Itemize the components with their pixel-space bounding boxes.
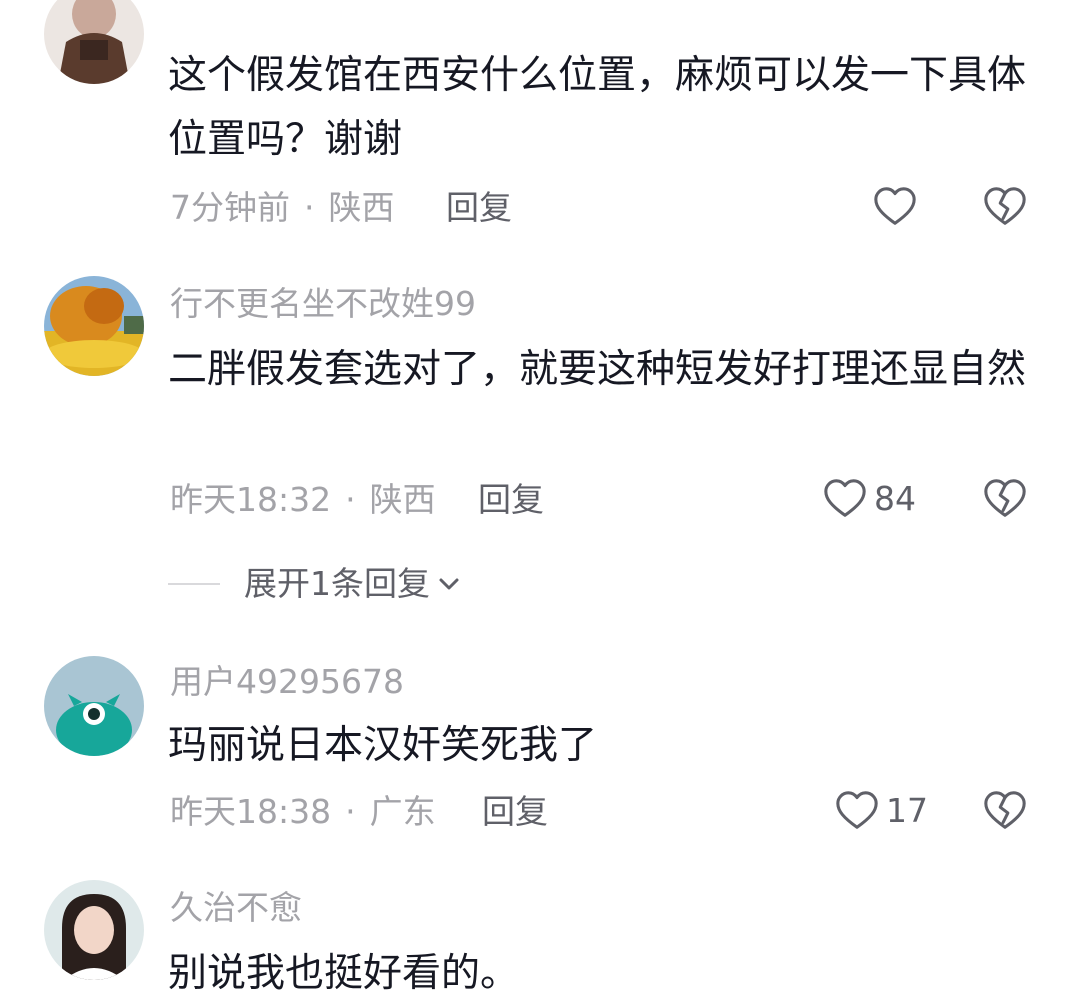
avatar-girl-portrait-image	[44, 880, 144, 980]
reply-button[interactable]: 回复	[482, 792, 548, 832]
dislike-button[interactable]	[982, 184, 1028, 230]
comment-location: 陕西	[369, 480, 436, 519]
heart-icon	[824, 479, 866, 517]
avatar-teal-monster-image	[44, 656, 144, 756]
avatar[interactable]	[44, 880, 144, 980]
comment-item: 用户49295678 玛丽说日本汉奸笑死我了 昨天18:38 · 广东 回复 17	[0, 652, 1080, 852]
like-button[interactable]: 84	[822, 476, 916, 522]
comment-time: 7分钟前	[170, 188, 290, 227]
avatar[interactable]	[44, 0, 144, 84]
comment-text: 这个假发馆在西安什么位置，麻烦可以发一下具体位置吗？谢谢	[168, 53, 1027, 162]
comment-item: 行不更名坐不改姓99 二胖假发套选对了，就要这种短发好打理还显自然 昨天18:3…	[0, 272, 1080, 612]
comment-username[interactable]: 用户49295678	[170, 662, 404, 702]
expand-replies-label: 展开1条回复	[244, 564, 430, 603]
dislike-button[interactable]	[982, 788, 1028, 834]
comment-meta: 昨天18:32 · 陕西	[170, 480, 436, 520]
comment-username[interactable]: 久治不愈	[170, 888, 302, 928]
comment-text: 玛丽说日本汉奸笑死我了	[168, 723, 598, 768]
comment-item: 这个假发馆在西安什么位置，麻烦可以发一下具体位置吗？谢谢 7分钟前 · 陕西 回复	[0, 0, 1080, 250]
broken-heart-icon	[984, 187, 1026, 225]
meta-separator: ·	[345, 480, 356, 519]
reply-button[interactable]: 回复	[478, 480, 544, 520]
like-count: 84	[874, 479, 916, 518]
comment-text: 别说我也挺好看的。	[168, 951, 520, 996]
reply-button[interactable]: 回复	[446, 188, 512, 228]
like-count: 17	[886, 791, 928, 830]
broken-heart-icon	[984, 479, 1026, 517]
comment-time: 昨天18:32	[170, 480, 332, 519]
like-button[interactable]: 17	[834, 788, 928, 834]
heart-icon	[836, 791, 878, 829]
meta-separator: ·	[345, 792, 356, 831]
comment-location: 广东	[369, 792, 436, 831]
comment-time: 昨天18:38	[170, 792, 332, 831]
broken-heart-icon	[984, 791, 1026, 829]
expand-divider	[168, 583, 220, 585]
chevron-down-icon	[439, 578, 459, 590]
comment-item: 久治不愈 别说我也挺好看的。	[0, 876, 1080, 1005]
heart-icon	[874, 187, 916, 225]
like-button[interactable]	[872, 184, 918, 230]
comment-text: 二胖假发套选对了，就要这种短发好打理还显自然	[168, 347, 1027, 392]
avatar-autumn-tree-image	[44, 276, 144, 376]
meta-separator: ·	[304, 188, 315, 227]
comment-location: 陕西	[328, 188, 395, 227]
avatar[interactable]	[44, 276, 144, 376]
avatar-woman-image	[44, 0, 144, 84]
comment-meta: 昨天18:38 · 广东	[170, 792, 436, 832]
avatar[interactable]	[44, 656, 144, 756]
expand-replies-button[interactable]: 展开1条回复	[168, 564, 464, 604]
comment-meta: 7分钟前 · 陕西	[170, 188, 395, 228]
comment-username[interactable]: 行不更名坐不改姓99	[170, 284, 476, 324]
dislike-button[interactable]	[982, 476, 1028, 522]
